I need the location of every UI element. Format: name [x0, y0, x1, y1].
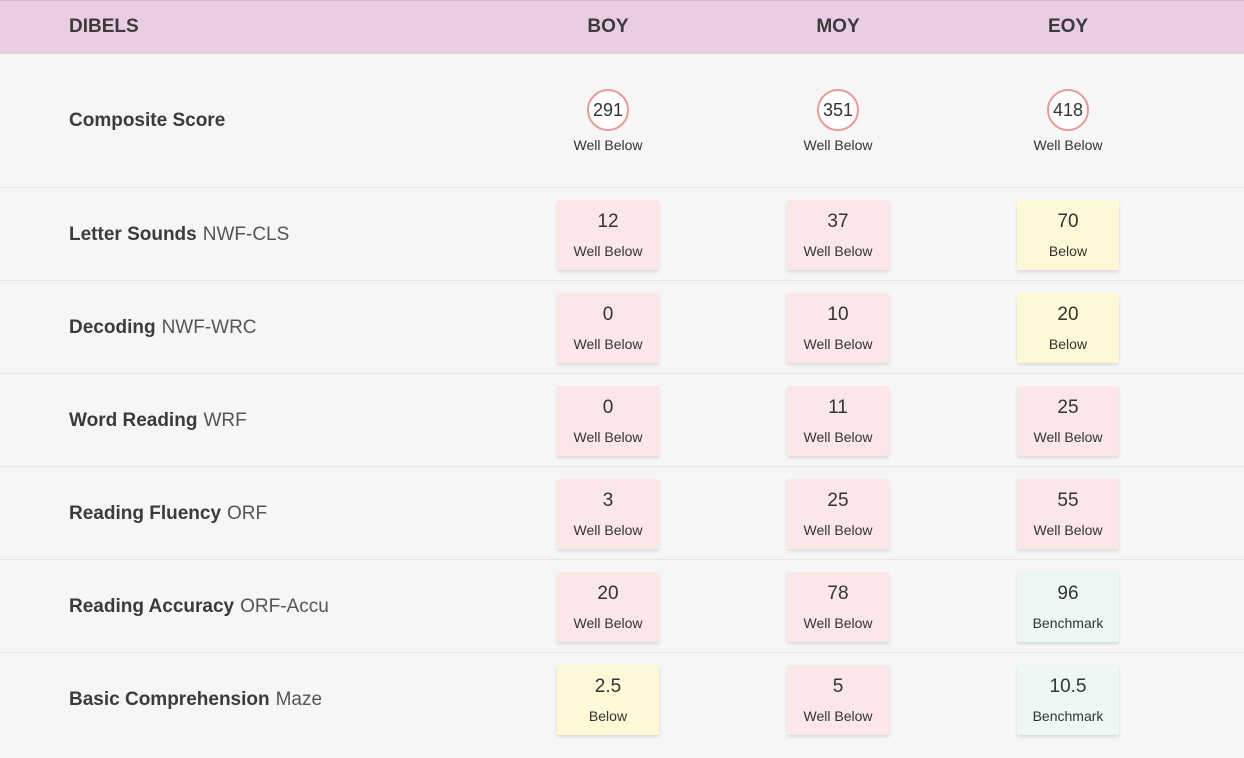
composite-score-boy[interactable]: 291 Well Below: [548, 89, 668, 153]
score-value: 10.5: [1049, 676, 1087, 697]
score-level: Well Below: [573, 137, 643, 153]
score-level: Benchmark: [1032, 615, 1104, 631]
score-level: Well Below: [803, 615, 873, 631]
score-card-moy[interactable]: 11 Well Below: [787, 386, 889, 456]
score-circle: 291: [587, 89, 629, 131]
score-card-eoy[interactable]: 25 Well Below: [1017, 386, 1119, 456]
score-card-moy[interactable]: 78 Well Below: [787, 572, 889, 642]
score-value: 5: [832, 676, 844, 697]
score-level: Well Below: [803, 522, 873, 538]
score-value: 3: [602, 490, 614, 511]
row-label: Reading Fluency ORF: [69, 503, 267, 525]
score-value: 20: [1057, 304, 1079, 325]
header-moy: MOY: [816, 16, 860, 37]
measure-code: WRF: [203, 410, 247, 431]
composite-row: Composite Score 291 Well Below 351 Well …: [0, 54, 1244, 188]
score-value: 37: [827, 211, 849, 232]
score-card-moy[interactable]: 37 Well Below: [787, 200, 889, 270]
row-reading-fluency: Reading Fluency ORF 3 Well Below 25 Well Be…: [0, 467, 1244, 560]
measure-code: Maze: [275, 689, 323, 710]
dibels-results-table: DIBELS BOY MOY EOY Composite Score 291 W…: [0, 0, 1244, 758]
table-header: DIBELS BOY MOY EOY: [0, 0, 1244, 54]
score-level: Well Below: [573, 243, 643, 259]
score-level: Well Below: [1033, 429, 1103, 445]
score-circle: 351: [817, 89, 859, 131]
measure-code: NWF-WRC: [161, 317, 257, 338]
row-reading-accuracy: Reading Accuracy ORF-Accu 20 Well Below 78…: [0, 560, 1244, 653]
score-value: 12: [597, 211, 619, 232]
score-value: 0: [602, 304, 614, 325]
header-eoy: EOY: [1047, 16, 1089, 37]
score-card-boy[interactable]: 12 Well Below: [557, 200, 659, 270]
score-level: Below: [588, 708, 628, 724]
score-card-moy[interactable]: 5 Well Below: [787, 665, 889, 735]
row-label: Word Reading WRF: [69, 410, 247, 432]
measure-code: ORF: [227, 503, 268, 524]
measure-code: ORF-Accu: [240, 596, 329, 617]
score-level: Well Below: [803, 137, 873, 153]
score-card-moy[interactable]: 25 Well Below: [787, 479, 889, 549]
score-card-eoy[interactable]: 10.5 Benchmark: [1017, 665, 1119, 735]
score-card-eoy[interactable]: 20 Below: [1017, 293, 1119, 363]
score-card-moy[interactable]: 10 Well Below: [787, 293, 889, 363]
score-level: Benchmark: [1032, 708, 1104, 724]
header-boy: BOY: [587, 16, 629, 37]
score-card-eoy[interactable]: 55 Well Below: [1017, 479, 1119, 549]
measure-name: Decoding: [69, 317, 156, 338]
measure-code: NWF-CLS: [202, 224, 290, 245]
score-circle: 418: [1047, 89, 1089, 131]
score-value: 70: [1057, 211, 1079, 232]
row-word-reading: Word Reading WRF 0 Well Below 11 Well Below…: [0, 374, 1244, 467]
score-value: 11: [828, 397, 848, 418]
score-card-eoy[interactable]: 70 Below: [1017, 200, 1119, 270]
measure-name: Basic Comprehension: [69, 689, 270, 710]
score-card-boy[interactable]: 3 Well Below: [557, 479, 659, 549]
score-card-boy[interactable]: 0 Well Below: [557, 386, 659, 456]
score-value: 20: [597, 583, 619, 604]
score-level: Well Below: [573, 615, 643, 631]
composite-score-eoy[interactable]: 418 Well Below: [1008, 89, 1128, 153]
score-level: Below: [1048, 243, 1088, 259]
score-level: Well Below: [803, 429, 873, 445]
score-value: 78: [827, 583, 849, 604]
row-label: Basic Comprehension Maze: [69, 689, 322, 711]
score-level: Well Below: [1033, 522, 1103, 538]
score-value: 25: [827, 490, 849, 511]
score-level: Well Below: [573, 522, 643, 538]
score-level: Well Below: [573, 429, 643, 445]
row-label: Decoding NWF-WRC: [69, 317, 257, 339]
score-value: 25: [1057, 397, 1079, 418]
measure-name: Reading Accuracy: [69, 596, 235, 617]
score-card-boy[interactable]: 20 Well Below: [557, 572, 659, 642]
row-label: Letter Sounds NWF-CLS: [69, 224, 289, 246]
composite-label: Composite Score: [69, 110, 225, 132]
score-level: Below: [1048, 336, 1088, 352]
score-value: 2.5: [594, 676, 622, 697]
score-value: 10: [827, 304, 849, 325]
score-value: 96: [1057, 583, 1079, 604]
score-card-boy[interactable]: 2.5 Below: [557, 665, 659, 735]
row-basic-comprehension: Basic Comprehension Maze 2.5 Below 5 Well B…: [0, 653, 1244, 758]
row-decoding: Decoding NWF-WRC 0 Well Below 10 Well Below…: [0, 281, 1244, 374]
score-card-eoy[interactable]: 96 Benchmark: [1017, 572, 1119, 642]
row-letter-sounds: Letter Sounds NWF-CLS 12 Well Below 37 Well…: [0, 188, 1244, 281]
header-title: DIBELS: [69, 16, 139, 37]
score-value: 0: [602, 397, 614, 418]
score-level: Well Below: [803, 243, 873, 259]
measure-name: Reading Fluency: [69, 503, 222, 524]
score-value: 55: [1057, 490, 1079, 511]
measure-name: Letter Sounds: [69, 224, 197, 245]
score-level: Well Below: [803, 336, 873, 352]
composite-score-moy[interactable]: 351 Well Below: [778, 89, 898, 153]
score-card-boy[interactable]: 0 Well Below: [557, 293, 659, 363]
score-level: Well Below: [573, 336, 643, 352]
score-level: Well Below: [803, 708, 873, 724]
composite-name: Composite Score: [69, 110, 226, 131]
measure-name: Word Reading: [69, 410, 198, 431]
score-level: Well Below: [1033, 137, 1103, 153]
row-label: Reading Accuracy ORF-Accu: [69, 596, 329, 618]
